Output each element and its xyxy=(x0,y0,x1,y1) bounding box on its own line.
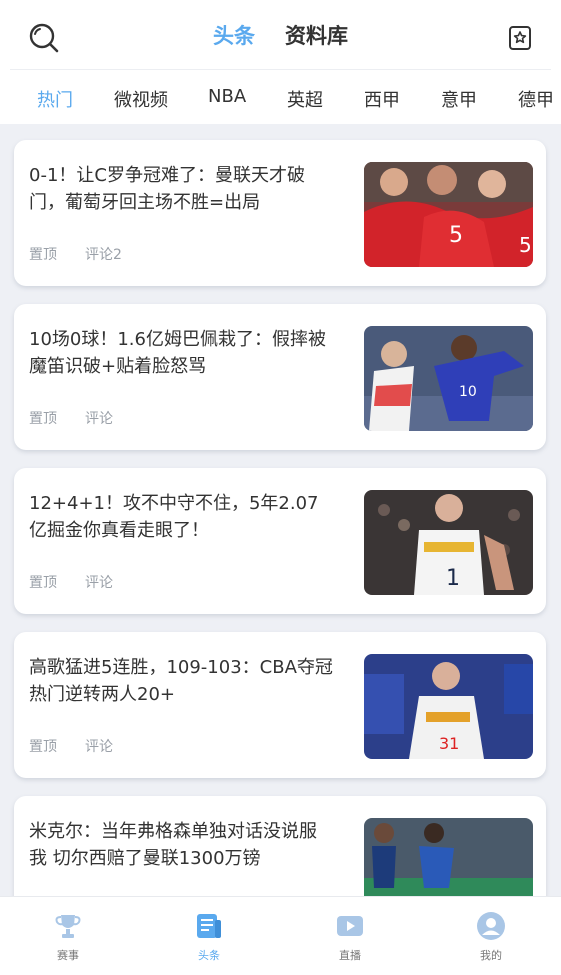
svg-text:10: 10 xyxy=(459,384,477,400)
category-la-liga[interactable]: 西甲 xyxy=(364,86,400,112)
article-meta: 置顶 评论 xyxy=(29,736,141,756)
header: 头条 资料库 xyxy=(0,0,561,70)
nav-label: 头条 xyxy=(198,949,220,962)
comment-link[interactable]: 评论 xyxy=(85,411,113,427)
comment-link[interactable]: 评论 xyxy=(85,739,113,755)
article-meta: 置顶 评论 xyxy=(29,408,141,428)
tab-headlines[interactable]: 头条 xyxy=(213,20,255,50)
article-thumbnail: 31 xyxy=(364,654,533,759)
trophy-icon xyxy=(53,911,83,941)
article-card[interactable]: 12+4+1！攻不中守不住，5年2.07亿掘金你真看走眼了！ 置顶 评论 1 xyxy=(14,468,546,614)
category-tabs: 热门 微视频 NBA 英超 西甲 意甲 德甲 xyxy=(0,70,561,124)
pin-label: 置顶 xyxy=(29,739,57,755)
category-nba[interactable]: NBA xyxy=(208,86,246,107)
play-icon xyxy=(335,911,365,941)
profile-icon xyxy=(476,911,506,941)
comment-link[interactable]: 评论2 xyxy=(85,247,122,263)
svg-text:5: 5 xyxy=(449,223,463,248)
nav-live[interactable]: 直播 xyxy=(310,911,390,963)
article-meta: 置顶 评论 xyxy=(29,572,141,592)
comment-link[interactable]: 评论 xyxy=(85,575,113,591)
bookmark-icon[interactable] xyxy=(506,24,534,52)
pin-label: 置顶 xyxy=(29,247,57,263)
article-thumbnail: 5 5 xyxy=(364,162,533,267)
article-title: 高歌猛进5连胜，109-103：CBA夺冠热门逆转两人20+ xyxy=(29,657,333,705)
article-card[interactable]: 10场0球！1.6亿姆巴佩栽了：假摔被魔笛识破+贴着脸怒骂 置顶 评论 10 xyxy=(14,304,546,450)
article-title: 0-1！让C罗争冠难了：曼联天才破门，葡萄牙回主场不胜=出局 xyxy=(29,165,305,213)
tab-database[interactable]: 资料库 xyxy=(285,20,348,50)
category-serie-a[interactable]: 意甲 xyxy=(441,86,477,112)
article-thumbnail: 10 xyxy=(364,326,533,431)
pin-label: 置顶 xyxy=(29,411,57,427)
article-card[interactable]: 高歌猛进5连胜，109-103：CBA夺冠热门逆转两人20+ 置顶 评论 31 xyxy=(14,632,546,778)
article-title: 米克尔：当年弗格森单独对话没说服我 切尔西赔了曼联1300万镑 xyxy=(29,821,317,869)
category-premier-league[interactable]: 英超 xyxy=(287,86,323,112)
nav-label: 直播 xyxy=(339,949,361,962)
category-micro-video[interactable]: 微视频 xyxy=(114,86,168,112)
nav-label: 我的 xyxy=(480,949,502,962)
nav-events[interactable]: 赛事 xyxy=(28,911,108,963)
news-icon xyxy=(194,911,224,941)
category-hot[interactable]: 热门 xyxy=(37,86,73,112)
article-meta: 置顶 评论2 xyxy=(29,244,150,264)
article-thumbnail: 1 xyxy=(364,490,533,595)
category-bundesliga[interactable]: 德甲 xyxy=(518,86,554,112)
svg-text:1: 1 xyxy=(446,566,460,591)
pin-label: 置顶 xyxy=(29,575,57,591)
bottom-nav: 赛事 头条 直播 我的 xyxy=(0,896,561,975)
article-title: 12+4+1！攻不中守不住，5年2.07亿掘金你真看走眼了！ xyxy=(29,493,319,541)
top-bar: 头条 资料库 热门 微视频 NBA 英超 西甲 意甲 德甲 xyxy=(0,0,561,124)
article-title: 10场0球！1.6亿姆巴佩栽了：假摔被魔笛识破+贴着脸怒骂 xyxy=(29,329,326,377)
nav-label: 赛事 xyxy=(57,949,79,962)
header-tabs: 头条 资料库 xyxy=(0,0,561,70)
nav-profile[interactable]: 我的 xyxy=(451,911,531,963)
nav-headlines[interactable]: 头条 xyxy=(169,911,249,963)
svg-text:31: 31 xyxy=(439,734,459,753)
article-card[interactable]: 0-1！让C罗争冠难了：曼联天才破门，葡萄牙回主场不胜=出局 置顶 评论2 5 5 xyxy=(14,140,546,286)
svg-text:5: 5 xyxy=(519,233,532,257)
